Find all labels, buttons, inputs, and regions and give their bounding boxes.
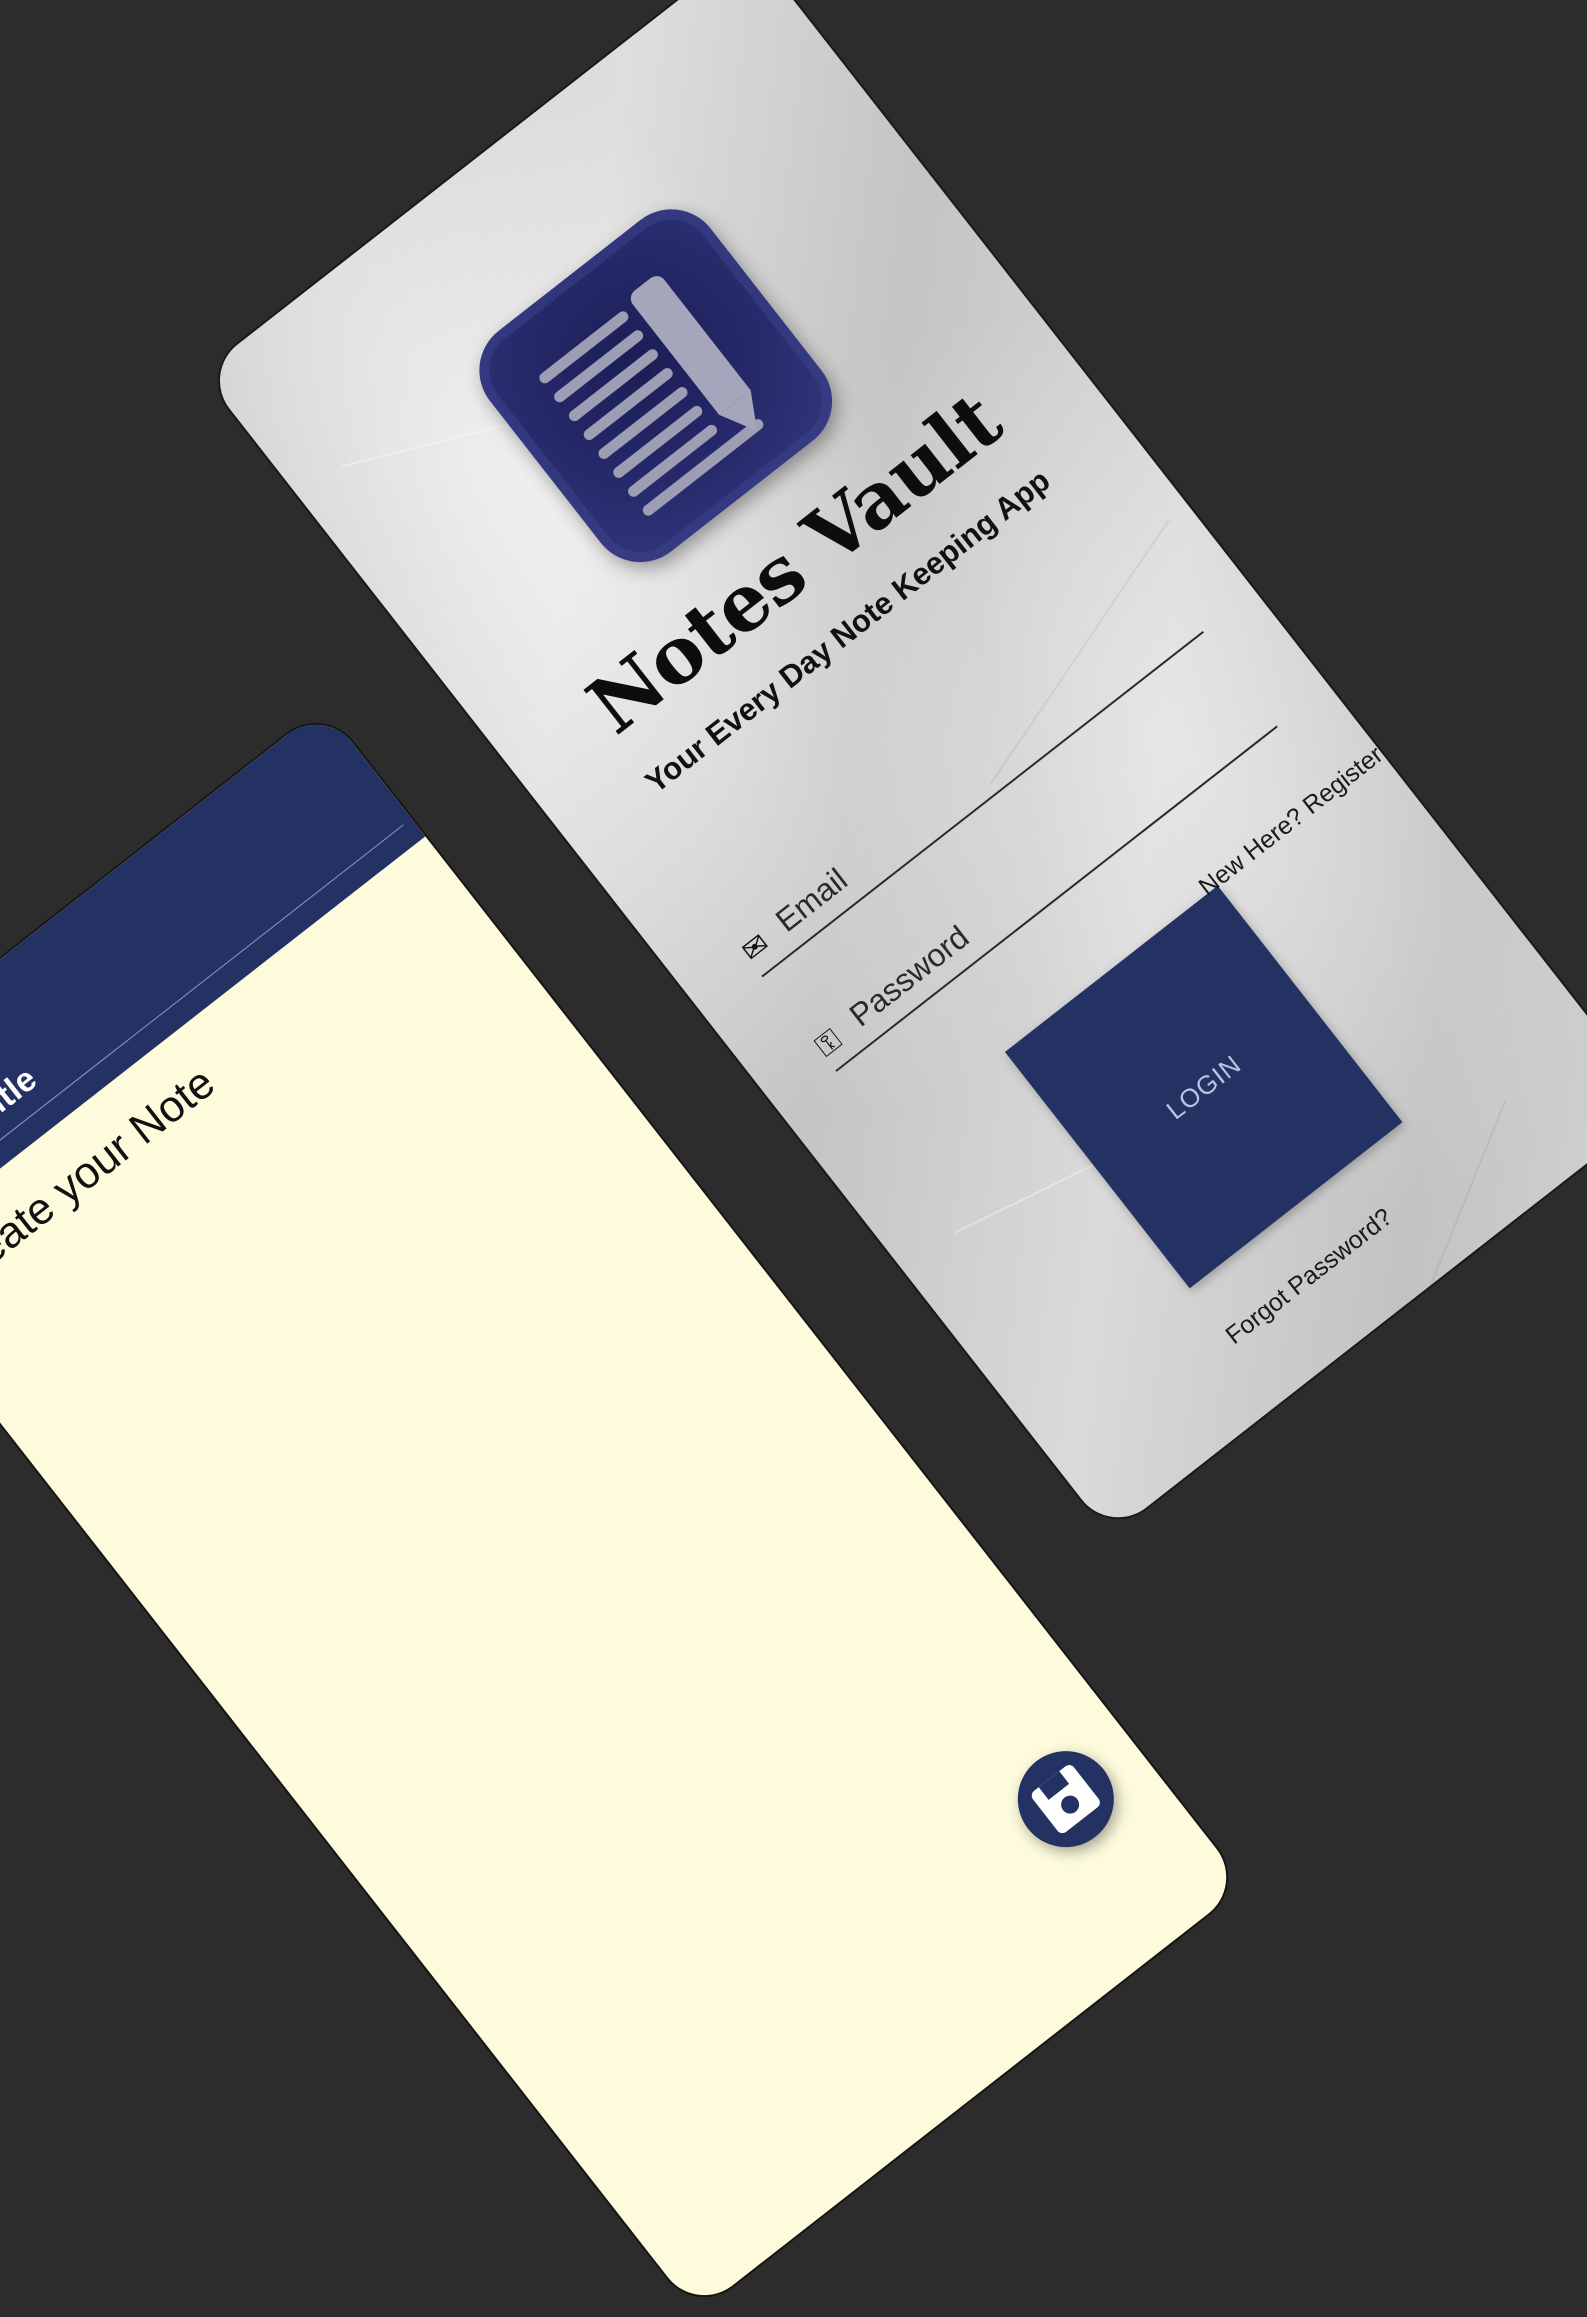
floppy-disk-icon bbox=[1029, 1762, 1103, 1836]
key-icon: ⚿ bbox=[808, 1022, 849, 1065]
paper-texture bbox=[1392, 1099, 1507, 1379]
envelope-icon: ✉ bbox=[734, 926, 777, 970]
login-button[interactable]: LOGIN bbox=[1004, 885, 1403, 1289]
